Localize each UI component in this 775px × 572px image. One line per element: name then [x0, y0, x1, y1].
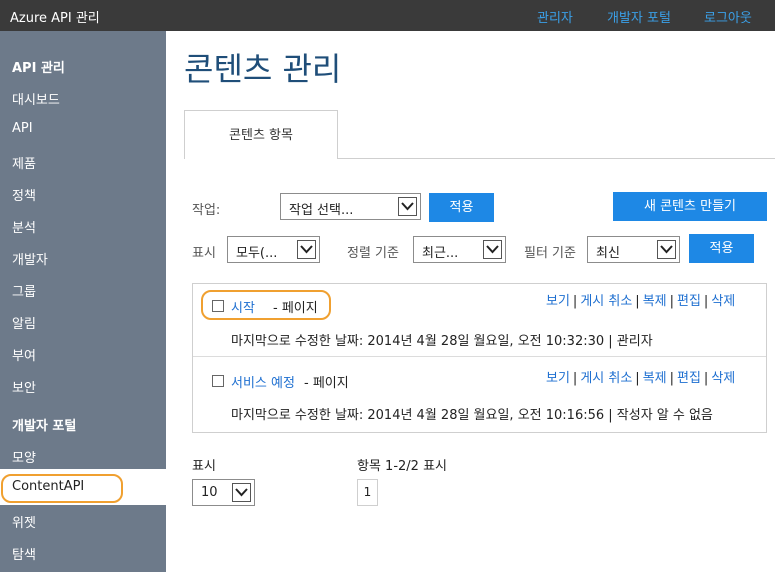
item-actions: 보기 | 게시 취소 | 복제 | 편집 | 삭제	[546, 371, 736, 386]
sidebar-item-policies[interactable]: 정책	[12, 185, 36, 204]
sidebar-item-grants[interactable]: 부여	[12, 345, 36, 364]
tab-content-items[interactable]: 콘텐츠 항목	[184, 110, 338, 159]
sidebar-item-developers[interactable]: 개발자	[12, 249, 48, 268]
page-button-1[interactable]: 1	[357, 479, 378, 506]
filter-select[interactable]: 최신	[587, 236, 680, 263]
sidebar-item-appearance[interactable]: 모양	[12, 447, 36, 466]
sort-select[interactable]: 최근...	[413, 236, 506, 263]
item-title-link[interactable]: 서비스 예정	[231, 372, 295, 391]
new-content-button[interactable]: 새 콘텐츠 만들기	[613, 192, 767, 221]
item-meta: 마지막으로 수정한 날짜: 2014년 4월 28일 월요일, 오전 10:16…	[231, 408, 713, 423]
sidebar-item-groups[interactable]: 그룹	[12, 281, 36, 300]
row-divider	[193, 356, 766, 357]
page-number: 1	[363, 485, 372, 499]
item-actions: 보기 | 게시 취소 | 복제 | 편집 | 삭제	[546, 294, 736, 309]
unpublish-link[interactable]: 게시 취소	[580, 294, 632, 309]
app-title: Azure API 관리	[10, 11, 100, 26]
view-link[interactable]: 보기	[546, 371, 570, 386]
sidebar-item-api[interactable]: API	[12, 121, 33, 136]
filter-select-value: 최신	[596, 246, 620, 261]
action-label: 작업:	[192, 203, 221, 218]
edit-link[interactable]: 편집	[677, 294, 701, 309]
sidebar-item-contentapi[interactable]: ContentAPI	[0, 469, 166, 505]
chevron-down-icon	[657, 240, 676, 259]
item-checkbox[interactable]	[212, 300, 224, 312]
sidebar: API 관리 대시보드 API 제품 정책 분석 개발자 그룹 알림 부여 보안…	[0, 31, 166, 572]
delete-link[interactable]: 삭제	[711, 371, 735, 386]
filter-label: 필터 기준	[524, 246, 576, 261]
sidebar-item-products[interactable]: 제품	[12, 153, 36, 172]
chevron-down-icon	[232, 483, 251, 502]
edit-link[interactable]: 편집	[677, 371, 701, 386]
sidebar-item-notifications[interactable]: 알림	[12, 313, 36, 332]
page-size-value: 10	[201, 485, 218, 500]
sidebar-item-label: ContentAPI	[12, 479, 85, 494]
sidebar-section-portal: 개발자 포털	[12, 419, 77, 434]
show-label: 표시	[192, 246, 216, 261]
item-type: - 페이지	[304, 376, 349, 391]
action-select-value: 작업 선택...	[289, 203, 354, 218]
item-title-link[interactable]: 시작	[231, 297, 255, 316]
logout-link[interactable]: 로그아웃	[704, 7, 752, 26]
sort-label: 정렬 기준	[347, 246, 399, 261]
chevron-down-icon	[297, 240, 316, 259]
item-meta: 마지막으로 수정한 날짜: 2014년 4월 28일 월요일, 오전 10:32…	[231, 334, 653, 349]
delete-link[interactable]: 삭제	[711, 294, 735, 309]
apply-filter-button[interactable]: 적용	[689, 234, 754, 263]
item-range-label: 항목 1-2/2 표시	[357, 459, 447, 474]
sidebar-item-navigation[interactable]: 탐색	[12, 544, 36, 563]
page-size-label: 표시	[192, 459, 216, 474]
sidebar-item-analytics[interactable]: 분석	[12, 217, 36, 236]
sidebar-item-widgets[interactable]: 위젯	[12, 512, 36, 531]
show-select[interactable]: 모두(...	[227, 236, 320, 263]
clone-link[interactable]: 복제	[643, 371, 667, 386]
sidebar-section-api: API 관리	[12, 61, 65, 76]
top-bar: Azure API 관리 관리자 개발자 포털 로그아웃	[0, 0, 775, 31]
view-link[interactable]: 보기	[546, 294, 570, 309]
action-select[interactable]: 작업 선택...	[280, 193, 421, 220]
chevron-down-icon	[398, 197, 417, 216]
item-checkbox[interactable]	[212, 375, 224, 387]
sort-select-value: 최근...	[422, 246, 459, 261]
page-size-select[interactable]: 10	[192, 479, 255, 506]
item-type: - 페이지	[273, 301, 318, 316]
page-title: 콘텐츠 관리	[184, 50, 342, 88]
unpublish-link[interactable]: 게시 취소	[580, 371, 632, 386]
apply-button[interactable]: 적용	[429, 193, 494, 222]
sidebar-item-dashboard[interactable]: 대시보드	[12, 89, 60, 108]
clone-link[interactable]: 복제	[643, 294, 667, 309]
show-select-value: 모두(...	[236, 246, 278, 261]
admin-link[interactable]: 관리자	[537, 7, 573, 26]
developer-portal-link[interactable]: 개발자 포털	[607, 7, 671, 26]
tab-label: 콘텐츠 항목	[229, 128, 293, 143]
sidebar-item-security[interactable]: 보안	[12, 377, 36, 396]
chevron-down-icon	[483, 240, 502, 259]
